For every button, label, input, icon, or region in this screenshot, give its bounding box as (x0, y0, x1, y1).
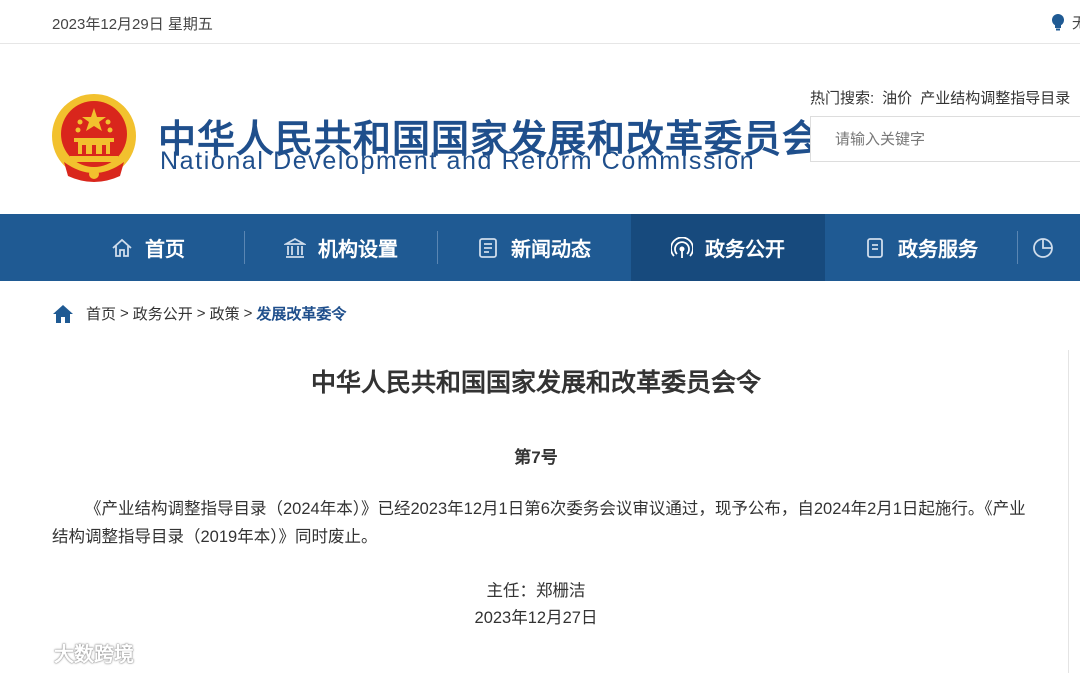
article-signature: 主任：郑栅洁 2023年12月27日 (0, 578, 1072, 632)
site-title-english: National Development and Reform Commissi… (160, 147, 756, 175)
home-icon[interactable] (52, 304, 74, 324)
site-header: 中华人民共和国国家发展和改革委员会 National Development a… (0, 44, 1080, 214)
search-box[interactable] (810, 116, 1080, 162)
breadcrumb-separator: > (120, 305, 129, 322)
broadcast-icon (671, 236, 693, 258)
nav-item-label: 政务公开 (705, 239, 785, 261)
national-emblem-logo[interactable] (50, 92, 138, 184)
article-number: 第7号 (514, 448, 558, 467)
watermark: 大数跨境 (10, 638, 134, 667)
nav-item-home[interactable]: 首页 (52, 214, 244, 281)
news-icon (479, 237, 497, 258)
nav-item-government-services[interactable]: 政务服务 (825, 214, 1017, 281)
watermark-logo-icon (12, 643, 50, 660)
nav-item-label: 新闻动态 (511, 239, 591, 261)
nav-item-label: 机构设置 (318, 239, 398, 261)
top-right-link[interactable]: 无 (1072, 12, 1080, 33)
breadcrumb: 首页 > 政务公开 > 政策 > 发展改革委令 (52, 303, 346, 324)
breadcrumb-separator: > (196, 305, 206, 322)
nav-item-label: 首页 (145, 239, 185, 261)
nav-item-organization[interactable]: 机构设置 (245, 214, 437, 281)
search-input[interactable] (811, 117, 1080, 161)
watermark-text: 大数跨境 (54, 644, 134, 666)
hot-search: 热门搜索: 油价 产业结构调整指导目录 (810, 87, 1078, 108)
chart-icon (1033, 237, 1053, 258)
breadcrumb-home[interactable]: 首页 (86, 303, 116, 324)
current-date: 2023年12月29日 星期五 (52, 16, 213, 33)
hot-search-item[interactable]: 油价 (882, 90, 912, 107)
nav-item-data[interactable] (1018, 214, 1080, 281)
breadcrumb-current[interactable]: 发展改革委令 (256, 303, 346, 324)
building-icon (284, 237, 306, 258)
article-body: 《产业结构调整指导目录（2024年本）》已经2023年12月1日第6次委务会议审… (52, 500, 1026, 546)
article-signer: 主任：郑栅洁 (486, 582, 586, 600)
nav-item-news[interactable]: 新闻动态 (438, 214, 630, 281)
lightbulb-icon[interactable] (1050, 13, 1066, 31)
breadcrumb-separator: > (243, 305, 253, 322)
nav-item-government-affairs[interactable]: 政务公开 (631, 214, 825, 281)
nav-item-label: 政务服务 (898, 239, 978, 261)
hot-search-item[interactable]: 产业结构调整指导目录 (920, 90, 1070, 107)
hot-search-label: 热门搜索: (810, 90, 875, 107)
article-date: 2023年12月27日 (474, 609, 598, 627)
breadcrumb-policy[interactable]: 政策 (210, 303, 240, 324)
document-icon (867, 237, 883, 258)
top-bar: 2023年12月29日 星期五 无 (0, 0, 1080, 44)
breadcrumb-government-affairs[interactable]: 政务公开 (133, 303, 193, 324)
main-nav: 首页 机构设置 新闻动态 政务公开 政务服务 (0, 214, 1080, 281)
home-icon (112, 238, 132, 257)
article-title: 中华人民共和国国家发展和改革委员会令 (310, 369, 761, 397)
